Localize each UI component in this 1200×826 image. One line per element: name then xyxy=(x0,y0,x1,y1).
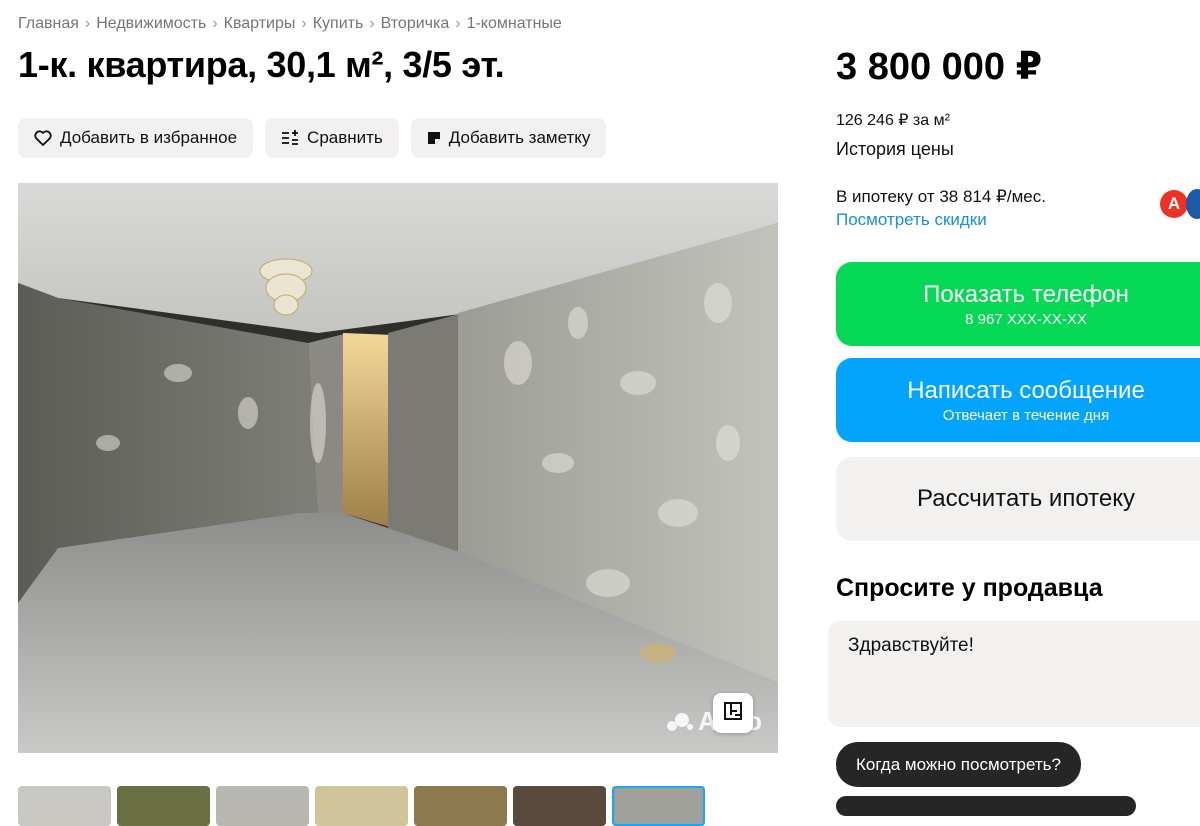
add-to-favorites-button[interactable]: Добавить в избранное xyxy=(18,118,254,158)
floor-plan-button[interactable] xyxy=(713,693,753,733)
floor-plan-icon xyxy=(723,701,743,726)
breadcrumb-separator-icon: › xyxy=(84,15,91,32)
write-message-label: Написать сообщение xyxy=(907,376,1145,404)
listing-price: 3 800 000 ₽ xyxy=(836,46,1043,88)
thumbnail[interactable] xyxy=(216,786,309,826)
mortgage-monthly: В ипотеку от 38 814 ₽/мес. xyxy=(836,187,1046,206)
breadcrumb-separator-icon: › xyxy=(369,15,375,32)
note-icon xyxy=(427,131,441,145)
add-note-label: Добавить заметку xyxy=(448,128,591,147)
alfa-bank-logo-icon: А xyxy=(1160,190,1188,218)
add-note-button[interactable]: Добавить заметку xyxy=(410,118,607,158)
thumbnail[interactable] xyxy=(117,786,210,826)
compare-button[interactable]: Сравнить xyxy=(265,118,399,158)
compare-label: Сравнить xyxy=(307,128,383,147)
bank-logo-icon xyxy=(1186,189,1200,219)
breadcrumb-buy[interactable]: Купить xyxy=(313,15,364,32)
price-per-m2: 126 246 ₽ за м² xyxy=(836,112,950,129)
breadcrumb-realty[interactable]: Недвижимость xyxy=(96,15,206,32)
thumbnail[interactable] xyxy=(513,786,606,826)
ask-seller-title: Спросите у продавца xyxy=(836,574,1103,602)
listing-actions: Добавить в избранное Сравнить Добавить з… xyxy=(18,118,607,158)
heart-icon xyxy=(34,130,52,146)
breadcrumb-separator-icon: › xyxy=(212,15,218,32)
thumbnail-strip xyxy=(18,786,705,826)
breadcrumb: Главная › Недвижимость › Квартиры › Купить › Вто… xyxy=(18,15,562,33)
thumbnail-active[interactable] xyxy=(612,786,705,826)
phone-masked: 8 967 XXX-XX-XX xyxy=(965,310,1087,328)
show-phone-button[interactable]: Показать телефон 8 967 XXX-XX-XX xyxy=(836,262,1200,346)
quick-question-chip[interactable] xyxy=(836,796,1136,816)
ask-seller-message-input[interactable]: Здравствуйте! xyxy=(828,621,1200,727)
breadcrumb-one-room[interactable]: 1-комнатные xyxy=(467,15,562,32)
write-message-button[interactable]: Написать сообщение Отвечает в течение дн… xyxy=(836,358,1200,442)
breadcrumb-flats[interactable]: Квартиры xyxy=(224,15,296,32)
calculate-mortgage-label: Рассчитать ипотеку xyxy=(917,485,1135,512)
breadcrumb-separator-icon: › xyxy=(455,15,461,32)
thumbnail[interactable] xyxy=(414,786,507,826)
page-title: 1-к. квартира, 30,1 м², 3/5 эт. xyxy=(18,44,505,85)
calculate-mortgage-button[interactable]: Рассчитать ипотеку xyxy=(836,457,1200,541)
breadcrumb-separator-icon: › xyxy=(301,15,307,32)
compare-icon xyxy=(281,130,299,146)
thumbnail[interactable] xyxy=(18,786,111,826)
thumbnail[interactable] xyxy=(315,786,408,826)
view-discounts-link[interactable]: Посмотреть скидки xyxy=(836,210,987,230)
price-history-link[interactable]: История цены xyxy=(836,139,954,160)
show-phone-label: Показать телефон xyxy=(923,280,1129,308)
add-to-favorites-label: Добавить в избранное xyxy=(60,128,238,147)
quick-question-chip[interactable]: Когда можно посмотреть? xyxy=(836,742,1081,787)
response-time: Отвечает в течение дня xyxy=(942,406,1110,424)
room-photo-image xyxy=(18,183,778,753)
breadcrumb-secondary[interactable]: Вторичка xyxy=(381,15,450,32)
breadcrumb-home[interactable]: Главная xyxy=(18,15,79,32)
main-photo[interactable]: Avito xyxy=(18,183,778,753)
avito-logo-icon xyxy=(666,712,693,731)
